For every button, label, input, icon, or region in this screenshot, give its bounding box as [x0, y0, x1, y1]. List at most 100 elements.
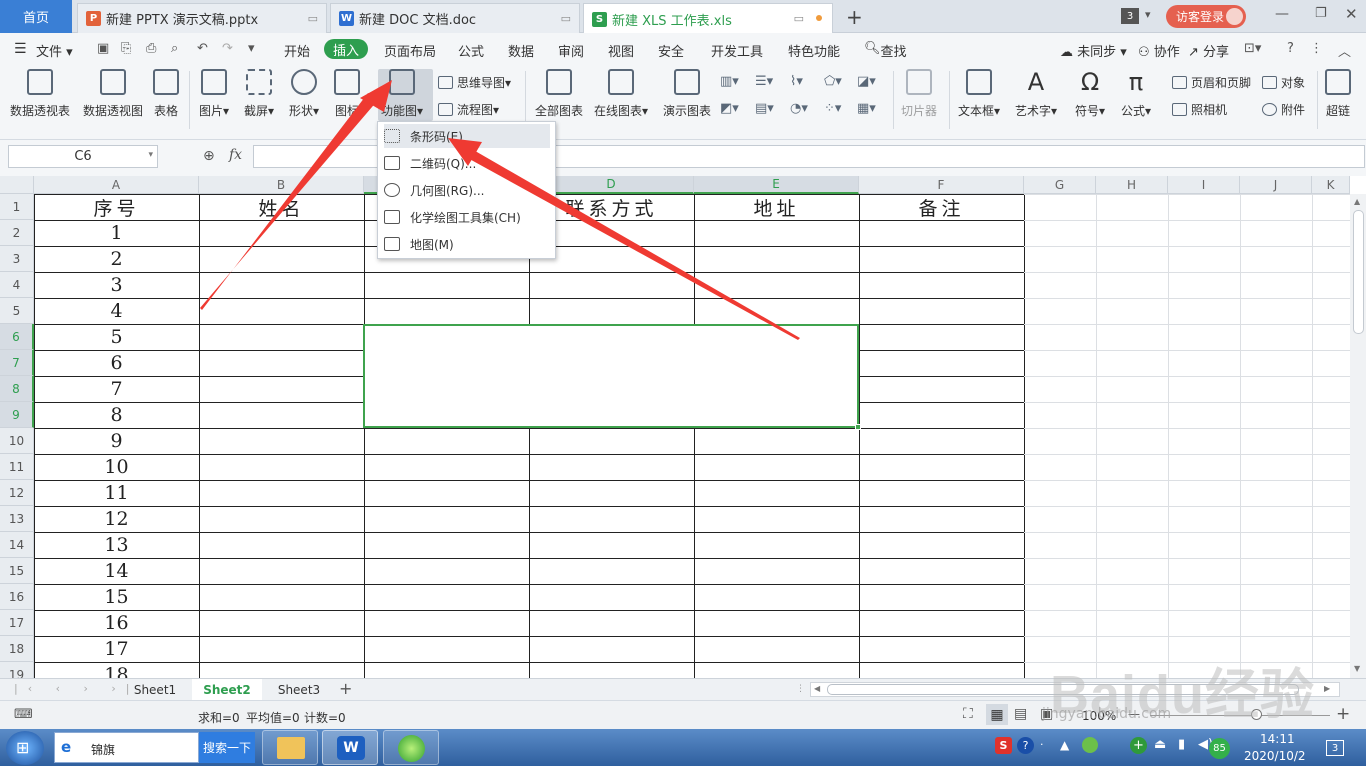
tab-monitor-icon[interactable]: ▭ — [561, 12, 571, 25]
taskbar-search-button[interactable]: 搜索一下 — [199, 732, 255, 763]
menu-data[interactable]: 数据 — [508, 41, 534, 60]
help-icon[interactable]: ? — [1287, 41, 1294, 56]
menu-insert[interactable]: 插入 — [324, 39, 368, 59]
serial-number-cell[interactable]: 6 — [34, 350, 199, 376]
page-break-view-icon[interactable]: ▤ — [1014, 706, 1027, 722]
stock-chart-icon[interactable]: ◩▾ — [720, 101, 739, 116]
security-tray-icon[interactable]: + — [1130, 737, 1147, 754]
vertical-scroll-thumb[interactable] — [1353, 210, 1364, 334]
serial-number-cell[interactable]: 8 — [34, 402, 199, 428]
sogou-ime-icon[interactable]: S — [995, 737, 1012, 754]
close-icon[interactable]: ✕ — [1345, 5, 1358, 23]
column-chart-icon[interactable]: ▥▾ — [720, 74, 739, 89]
fill-handle[interactable] — [855, 424, 861, 430]
screenshot-button[interactable]: 截屏▾ — [244, 69, 274, 119]
hamburger-icon[interactable]: ☰ — [14, 41, 27, 57]
unsync-button[interactable]: ☁ 未同步 ▾ — [1060, 41, 1127, 60]
combo-chart-icon[interactable]: ▤▾ — [755, 101, 774, 116]
add-sheet-button[interactable]: + — [339, 679, 352, 698]
serial-number-cell[interactable]: 10 — [34, 454, 199, 480]
chevron-down-icon[interactable]: ▾ — [1145, 8, 1151, 21]
flowchart-button[interactable]: 流程图 ▾ — [438, 101, 499, 118]
icon-library-button[interactable]: 图标 — [334, 69, 360, 119]
sheet-tab-1[interactable]: Sheet1 — [120, 679, 190, 700]
login-button[interactable]: 访客登录 — [1166, 5, 1246, 28]
window-count-badge[interactable]: 3 — [1121, 8, 1139, 24]
scroll-down-icon[interactable]: ▼ — [1354, 664, 1360, 673]
attachment-button[interactable]: 附件 — [1262, 101, 1305, 118]
serial-number-cell[interactable]: 18 — [34, 662, 199, 678]
bar-h-chart-icon[interactable]: ☰▾ — [755, 74, 773, 89]
header-footer-button[interactable]: 页眉和页脚 — [1172, 74, 1251, 91]
menu-item-barcode[interactable]: 条形码(E) — [384, 124, 550, 148]
serial-number-cell[interactable]: 7 — [34, 376, 199, 402]
taskbar-wps[interactable]: W — [322, 730, 378, 765]
fx-icon[interactable]: fx — [229, 147, 242, 163]
serial-number-cell[interactable]: 15 — [34, 584, 199, 610]
network-tray-icon[interactable]: ▮ — [1178, 737, 1185, 752]
menu-formula[interactable]: 公式 — [458, 41, 484, 60]
wordart-button[interactable]: A 艺术字▾ — [1015, 69, 1057, 119]
share-button[interactable]: ↗ 分享 — [1188, 41, 1229, 60]
menu-review[interactable]: 审阅 — [558, 41, 584, 60]
pivot-table-button[interactable]: 数据透视表 — [10, 69, 70, 119]
serial-number-cell[interactable]: 17 — [34, 636, 199, 662]
other-chart-icon[interactable]: ▦▾ — [857, 101, 876, 116]
start-button[interactable]: ⊞ — [6, 731, 44, 765]
serial-number-cell[interactable]: 4 — [34, 298, 199, 324]
minimize-icon[interactable]: — — [1275, 6, 1289, 22]
more-icon[interactable]: ▾ — [248, 41, 255, 56]
menu-security[interactable]: 安全 — [658, 41, 684, 60]
header-cell[interactable]: 地址 — [694, 194, 859, 220]
tray-app-icon[interactable] — [1082, 737, 1098, 753]
area-chart-icon[interactable]: ◪▾ — [857, 74, 876, 89]
menu-item-qrcode[interactable]: 二维码(Q)... — [384, 151, 550, 175]
line-chart-icon[interactable]: ⌇▾ — [790, 74, 803, 89]
serial-number-cell[interactable]: 13 — [34, 532, 199, 558]
function-chart-button[interactable]: 功能图▾ — [381, 69, 423, 119]
serial-number-cell[interactable]: 3 — [34, 272, 199, 298]
menu-item-geometry[interactable]: 几何图(RG)... — [384, 178, 550, 202]
taskbar-date[interactable]: 2020/10/2 — [1244, 749, 1306, 763]
macro-record-icon[interactable]: ⌨ — [14, 707, 33, 722]
name-box[interactable]: C6 ▾ — [8, 145, 158, 168]
new-tab-button[interactable]: + — [846, 5, 863, 29]
tab-xls[interactable]: S 新建 XLS 工作表.xls ▭ — [583, 3, 833, 34]
serial-number-cell[interactable]: 5 — [34, 324, 199, 350]
vertical-scrollbar[interactable]: ▲ ▼ — [1350, 194, 1366, 678]
serial-number-cell[interactable]: 11 — [34, 480, 199, 506]
collapse-ribbon-icon[interactable]: ︿ — [1338, 41, 1351, 60]
header-cell[interactable]: 姓名 — [199, 194, 364, 220]
taskbar-browser[interactable] — [383, 730, 439, 765]
menu-view[interactable]: 视图 — [608, 41, 634, 60]
mindmap-button[interactable]: 思维导图 ▾ — [438, 74, 511, 91]
textbox-button[interactable]: 文本框▾ — [958, 69, 1000, 119]
hyperlink-button[interactable]: 超链 — [1325, 69, 1351, 119]
tray-arrow-icon[interactable]: ▲ — [1060, 738, 1069, 752]
undo-icon[interactable]: ↶ — [197, 41, 208, 56]
header-cell[interactable]: 备注 — [859, 194, 1024, 220]
slicer-button[interactable]: 切片器 — [901, 69, 937, 119]
table-button[interactable]: 表格 — [153, 69, 179, 119]
serial-number-cell[interactable]: 2 — [34, 246, 199, 272]
tab-doc[interactable]: W 新建 DOC 文档.doc ▭ — [330, 3, 580, 33]
menu-item-map[interactable]: 地图(M) — [384, 232, 550, 256]
tab-monitor-icon[interactable]: ▭ — [308, 12, 318, 25]
menu-start[interactable]: 开始 — [284, 41, 310, 60]
more-dots-icon[interactable]: ⋮ — [1310, 41, 1323, 56]
menu-find[interactable]: 🔍︎ 查找 — [864, 41, 907, 60]
sheet-tab-2[interactable]: Sheet2 — [192, 679, 262, 700]
fullscreen-icon[interactable]: ⛶ — [963, 706, 973, 722]
serial-number-cell[interactable]: 14 — [34, 558, 199, 584]
menu-item-chemistry[interactable]: 化学绘图工具集(CH) — [384, 205, 550, 229]
taskbar-time[interactable]: 14:11 — [1260, 732, 1295, 746]
chevron-down-icon[interactable]: ▾ — [148, 150, 153, 160]
serial-number-cell[interactable]: 1 — [34, 220, 199, 246]
camera-button[interactable]: 照相机 — [1172, 101, 1227, 118]
equation-button[interactable]: π 公式▾ — [1121, 69, 1151, 119]
serial-number-cell[interactable]: 9 — [34, 428, 199, 454]
print-icon[interactable]: ⎙ — [146, 41, 156, 56]
zoom-formula-icon[interactable]: ⊕ — [203, 148, 215, 164]
usb-tray-icon[interactable]: ⏏ — [1154, 737, 1166, 752]
redo-icon[interactable]: ↷ — [222, 41, 233, 56]
